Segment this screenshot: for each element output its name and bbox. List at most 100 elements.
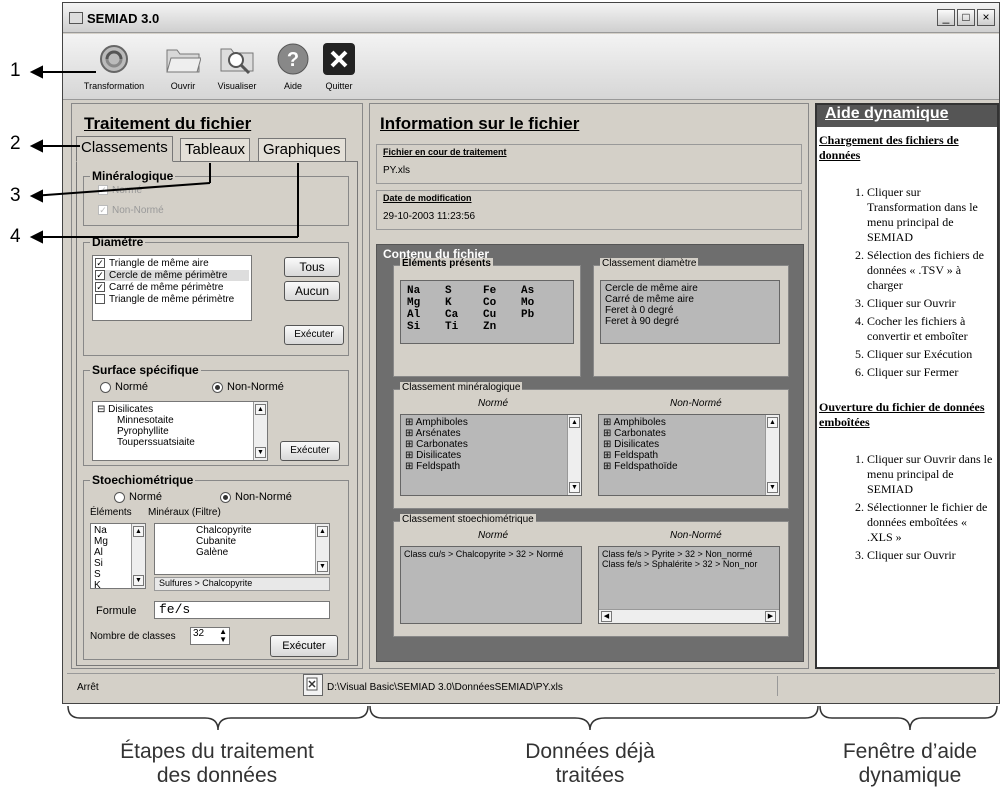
- toolbar-ouvrir-button[interactable]: Ouvrir: [161, 38, 205, 98]
- scroll-down-icon[interactable]: ▼: [569, 482, 580, 493]
- group-title: Diamètre: [90, 235, 146, 249]
- stepper-arrows-icon[interactable]: ▲ ▼: [219, 628, 227, 644]
- tab-content: Minéralogique ✓ Normé ✓ Non-Normé Diamètre…: [76, 161, 358, 666]
- window-title: SEMIAD 3.0: [87, 11, 160, 26]
- scroll-up-icon[interactable]: ▲: [255, 404, 266, 415]
- stoech-radio-non-norme[interactable]: Non-Normé: [220, 491, 292, 503]
- mineral-path: Sulfures > Chalcopyrite: [154, 577, 330, 591]
- toolbar-label: Visualiser: [217, 81, 257, 91]
- surface-radio-norme[interactable]: Normé: [100, 381, 148, 393]
- stoech-radio-norme[interactable]: Normé: [114, 491, 162, 503]
- group-stoechiometrique: Stoechiométrique Normé Non-Normé Élément…: [83, 473, 349, 660]
- scrollbar[interactable]: ▲ ▼: [765, 415, 779, 495]
- scroll-up-icon[interactable]: ▲: [317, 526, 328, 537]
- help-step: Sélection des fichiers de données « .TSV…: [867, 248, 995, 293]
- toolbar-visualiser-button[interactable]: Visualiser: [213, 38, 261, 98]
- stoech-non-norme-list[interactable]: Class fe/s > Pyrite > 32 > Non_normé Cla…: [598, 546, 780, 624]
- scroll-up-icon[interactable]: ▲: [767, 417, 778, 428]
- toolbar-transformation-button[interactable]: Transformation: [79, 38, 149, 98]
- maximize-button[interactable]: □: [957, 9, 975, 26]
- horizontal-scrollbar[interactable]: ◀ ▶: [599, 609, 779, 623]
- scroll-down-icon[interactable]: ▼: [767, 482, 778, 493]
- scroll-up-icon[interactable]: ▲: [569, 417, 580, 428]
- elements-presents-box: Éléments présents Na S Fe As Mg K Co Mo Al Ca Cu…: [393, 258, 581, 377]
- date-value: 29-10-2003 11:23:56: [383, 211, 476, 222]
- tree-node[interactable]: ⊟ Disilicates: [97, 404, 263, 415]
- tab-classements[interactable]: Classements: [76, 136, 173, 162]
- scrollbar[interactable]: ▲ ▼: [253, 402, 267, 460]
- surface-radio-non-norme[interactable]: Non-Normé: [212, 381, 284, 393]
- mineral-item[interactable]: Cubanite: [158, 536, 326, 547]
- list-item[interactable]: ⊞ Feldspath: [603, 450, 775, 461]
- middle-panel: Information sur le fichier Fichier en co…: [369, 103, 809, 669]
- stoech-executer-button[interactable]: Exécuter: [270, 635, 338, 657]
- checkbox-mineralogique-non-norme[interactable]: ✓ Non-Normé: [98, 205, 164, 216]
- radio-dot: [100, 381, 111, 393]
- label-aide: Fenêtre d’aide dynamique: [842, 740, 978, 787]
- list-item[interactable]: Class fe/s > Pyrite > 32 > Non_normé: [602, 549, 776, 559]
- mineraux-tree[interactable]: Chalcopyrite Cubanite Galène ▲ ▼: [154, 523, 330, 575]
- tab-tableaux[interactable]: Tableaux: [180, 138, 251, 162]
- scroll-down-icon[interactable]: ▼: [133, 575, 144, 586]
- list-item[interactable]: ⊞ Arsénates: [405, 428, 577, 439]
- scrollbar[interactable]: ▲ ▼: [315, 524, 329, 574]
- diametre-list[interactable]: ✓ Triangle de même aire ✓ Cercle de même p…: [92, 255, 252, 321]
- min-norme-list[interactable]: ⊞ Amphiboles ⊞ Arsénates ⊞ Carbonates ⊞ …: [400, 414, 582, 496]
- min-non-norme-list[interactable]: ⊞ Amphiboles ⊞ Carbonates ⊞ Disilicates …: [598, 414, 780, 496]
- checkbox-mineralogique-norme[interactable]: ✓ Normé: [98, 185, 142, 196]
- scroll-right-icon[interactable]: ▶: [765, 611, 776, 622]
- diametre-item[interactable]: ✓ Triangle de même aire: [95, 258, 249, 269]
- diametre-item[interactable]: ✓ Carré de même périmètre: [95, 282, 249, 293]
- mineral-item[interactable]: Chalcopyrite: [158, 525, 326, 536]
- stepper-value: 32: [193, 628, 205, 639]
- mineral-item[interactable]: Galène: [158, 547, 326, 558]
- scroll-up-icon[interactable]: ▲: [133, 526, 144, 537]
- list-item[interactable]: Class fe/s > Sphalérite > 32 > Non_nor: [602, 559, 776, 569]
- list-item[interactable]: ⊞ Amphiboles: [405, 417, 577, 428]
- elements-row: Si Ti Zn: [407, 321, 497, 333]
- tab-graphiques[interactable]: Graphiques: [258, 138, 346, 162]
- toolbar-quitter-button[interactable]: Quitter: [319, 38, 359, 98]
- list-item[interactable]: ⊞ Carbonates: [603, 428, 775, 439]
- status-text: Arrêt: [77, 682, 99, 693]
- formule-input[interactable]: fe/s: [154, 601, 330, 619]
- classement-mineralogique-box: Classement minéralogique Normé Non-Normé…: [393, 382, 789, 509]
- help-steps-list: Cliquer sur Transformation dans le menu …: [819, 185, 995, 380]
- tous-button[interactable]: Tous: [284, 257, 340, 277]
- scrollbar[interactable]: ▲ ▼: [567, 415, 581, 495]
- scroll-down-icon[interactable]: ▼: [317, 561, 328, 572]
- nombre-classes-stepper[interactable]: 32 ▲ ▼: [190, 627, 230, 645]
- list-item[interactable]: ⊞ Amphiboles: [603, 417, 775, 428]
- list-item[interactable]: ⊞ Feldspath: [405, 461, 577, 472]
- scrollbar[interactable]: ▲ ▼: [131, 524, 145, 588]
- aucun-button[interactable]: Aucun: [284, 281, 340, 301]
- tree-label: Disilicates: [108, 404, 154, 415]
- toolbar-aide-button[interactable]: ? Aide: [273, 38, 313, 98]
- tree-node[interactable]: Touperssuatsiaite: [97, 437, 263, 448]
- surface-tree[interactable]: ⊟ Disilicates Minnesotaite Pyrophyllite …: [92, 401, 268, 461]
- list-item[interactable]: ⊞ Disilicates: [405, 450, 577, 461]
- minimize-button[interactable]: _: [937, 9, 955, 26]
- list-item[interactable]: ⊞ Disilicates: [603, 439, 775, 450]
- scroll-down-icon[interactable]: ▼: [255, 447, 266, 458]
- diametre-item[interactable]: ✓ Cercle de même périmètre: [95, 270, 249, 281]
- elements-row: Na S Fe As: [407, 285, 535, 297]
- diametre-item[interactable]: Triangle de même périmètre: [95, 294, 249, 305]
- scroll-left-icon[interactable]: ◀: [601, 611, 612, 622]
- diametre-list-display: Cercle de même aire Carré de même aire F…: [600, 280, 780, 344]
- item-label: Triangle de même aire: [109, 258, 209, 269]
- status-bar: Arrêt D:\Visual Basic\SEMIAD 3.0\Données…: [67, 673, 995, 699]
- stoech-norme-list[interactable]: Class cu/s > Chalcopyrite > 32 > Normé: [400, 546, 582, 624]
- elements-list[interactable]: Na Mg Al Si S K ▲ ▼: [90, 523, 146, 589]
- elements-row: Mg K Co Mo: [407, 297, 535, 309]
- diametre-executer-button[interactable]: Exécuter: [284, 325, 344, 345]
- list-item[interactable]: Class cu/s > Chalcopyrite > 32 > Normé: [404, 549, 578, 559]
- list-item[interactable]: ⊞ Feldspathoïde: [603, 461, 775, 472]
- close-window-button[interactable]: ×: [977, 9, 995, 26]
- tree-node[interactable]: Minnesotaite: [97, 415, 263, 426]
- list-item[interactable]: ⊞ Carbonates: [405, 439, 577, 450]
- group-title: Stoechiométrique: [90, 473, 196, 487]
- transform-icon: [95, 40, 133, 78]
- surface-executer-button[interactable]: Exécuter: [280, 441, 340, 461]
- tree-node[interactable]: Pyrophyllite: [97, 426, 263, 437]
